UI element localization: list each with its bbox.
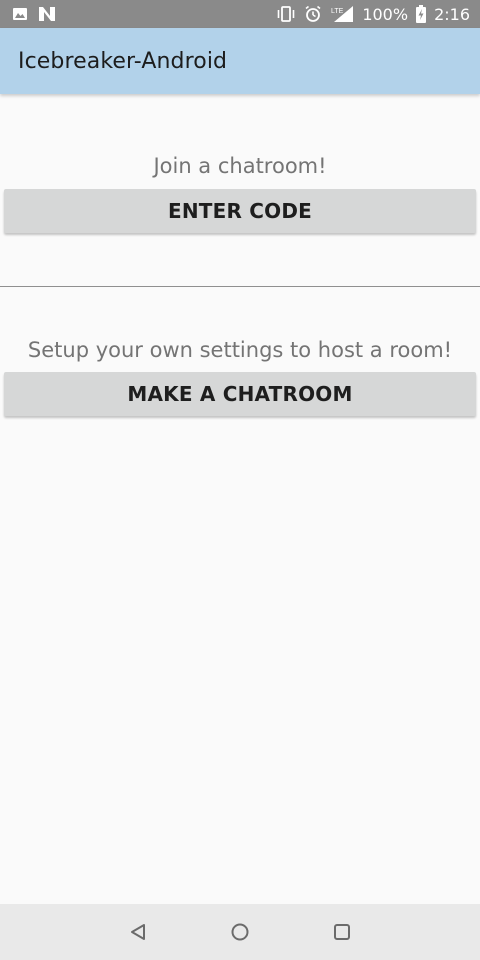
make-chatroom-button[interactable]: MAKE A CHATROOM: [4, 372, 476, 416]
signal-icon: LTE: [330, 5, 354, 23]
home-icon[interactable]: [228, 920, 252, 944]
back-icon[interactable]: [126, 920, 150, 944]
app-bar: Icebreaker-Android: [0, 28, 480, 94]
vibrate-icon: [276, 6, 296, 22]
network-label: LTE: [331, 8, 344, 15]
divider: [0, 286, 480, 287]
n-icon: [38, 6, 56, 22]
recents-icon[interactable]: [330, 920, 354, 944]
alarm-icon: [304, 5, 322, 23]
status-bar: LTE 100% 2:16: [0, 0, 480, 28]
screen: LTE 100% 2:16 Icebreaker-Android Join a …: [0, 0, 480, 960]
app-title: Icebreaker-Android: [18, 48, 228, 74]
host-prompt: Setup your own settings to host a room!: [27, 338, 453, 362]
battery-percent: 100%: [362, 4, 409, 24]
nav-bar: [0, 904, 480, 960]
image-icon: [12, 6, 28, 22]
enter-code-button[interactable]: ENTER CODE: [4, 189, 476, 233]
battery-icon: [416, 5, 427, 23]
clock: 2:16: [434, 4, 470, 24]
status-right: LTE 100% 2:16: [268, 5, 470, 24]
join-prompt: Join a chatroom!: [153, 154, 327, 178]
status-left: [12, 6, 66, 22]
